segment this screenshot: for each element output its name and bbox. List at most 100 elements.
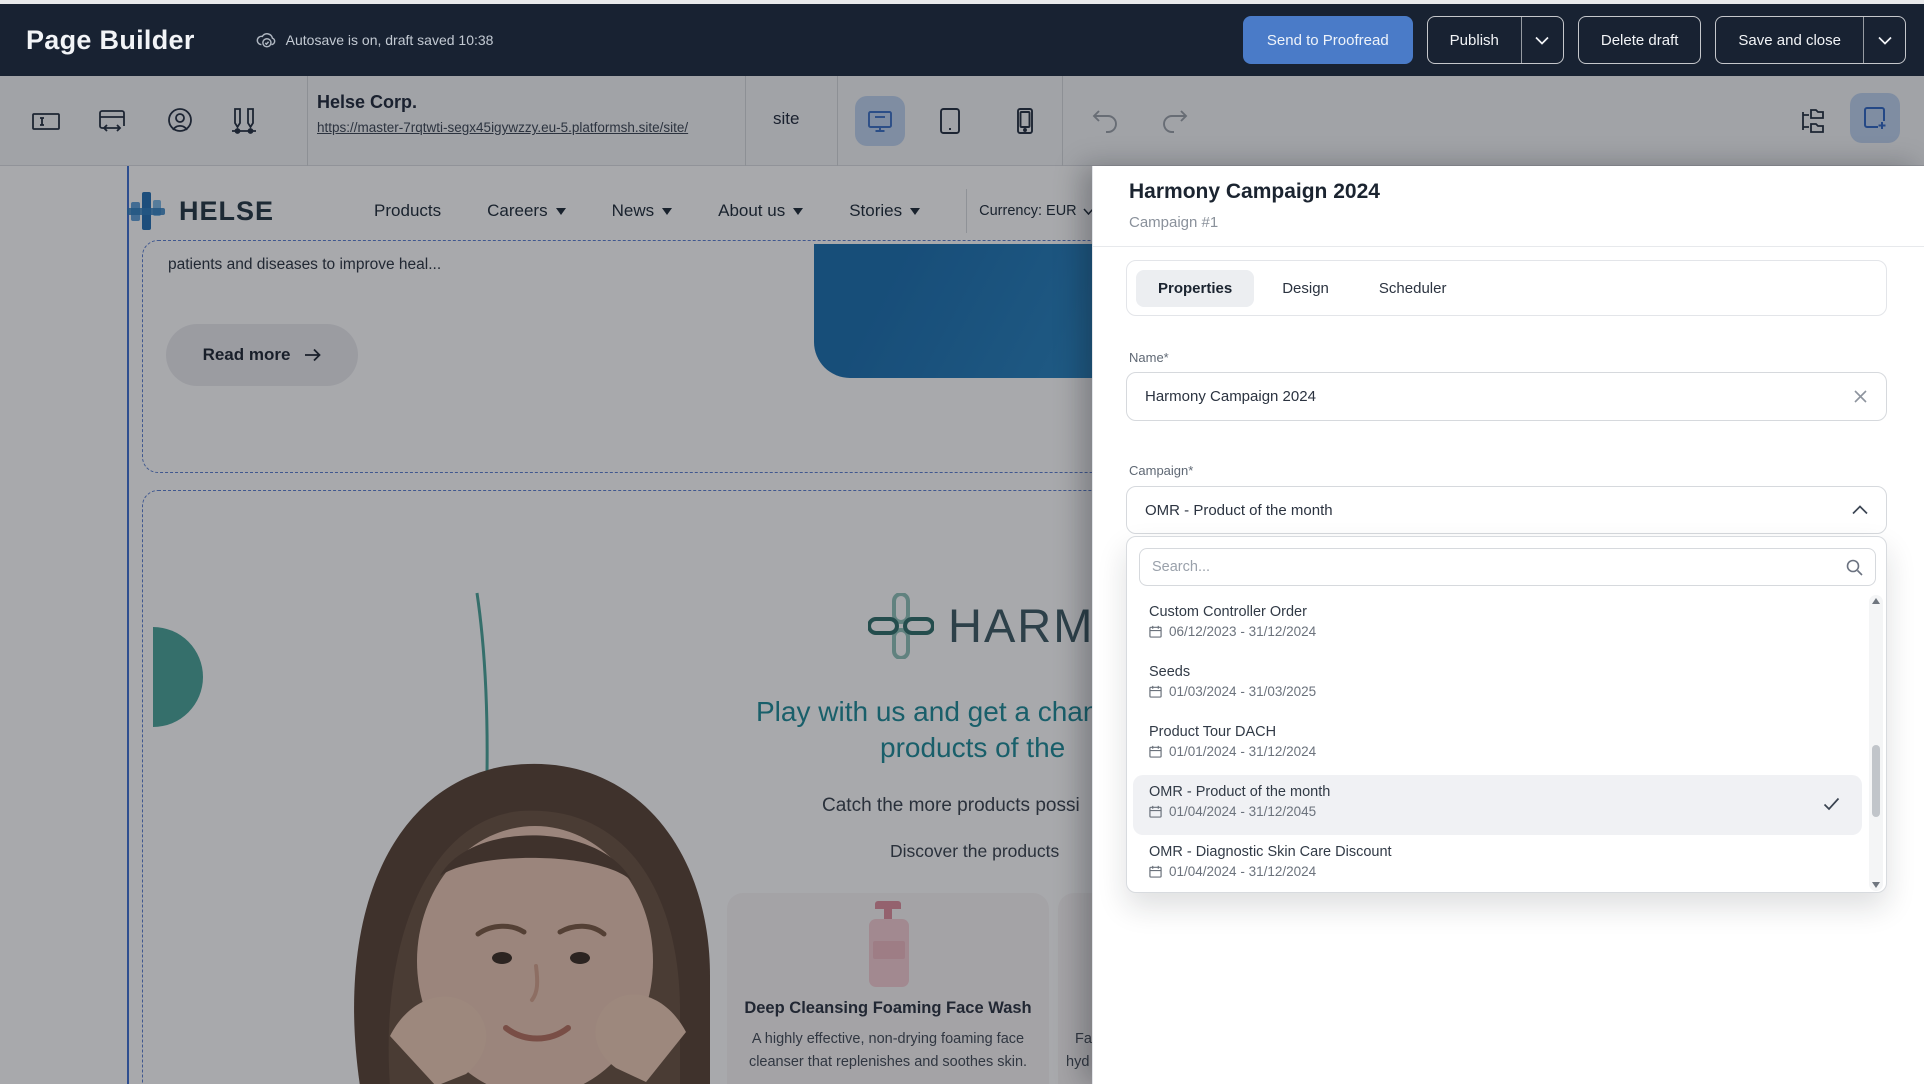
brand-text: HELSE [179, 196, 274, 227]
tab-design[interactable]: Design [1260, 270, 1351, 307]
panel-divider [1093, 246, 1924, 247]
persona-tool-icon[interactable] [164, 105, 196, 137]
calendar-icon [1149, 685, 1162, 698]
name-value: Harmony Campaign 2024 [1145, 388, 1853, 405]
preview-tablet-button[interactable] [925, 96, 975, 146]
dropdown-search[interactable] [1139, 548, 1876, 586]
check-icon [1823, 797, 1840, 811]
chevron-down-icon [1535, 36, 1549, 45]
harmony-logo-icon [868, 593, 934, 659]
chevron-down-icon [793, 208, 803, 215]
page-builder-app: Page Builder Autosave is on, draft saved… [0, 0, 1924, 1084]
site-name: Helse Corp. [317, 92, 417, 113]
send-to-proofread-button[interactable]: Send to Proofread [1243, 16, 1413, 64]
calendar-icon [1149, 625, 1162, 638]
layout-width-tool-icon[interactable] [96, 105, 128, 137]
nav-divider [966, 189, 967, 233]
arrow-right-icon [304, 348, 321, 362]
site-url-link[interactable]: https://master-7rqtwti-segx45igywzzy.eu-… [317, 120, 688, 135]
save-and-close-dropdown-toggle[interactable] [1863, 17, 1905, 63]
name-field[interactable]: Harmony Campaign 2024 [1126, 372, 1887, 421]
section1-text: patients and diseases to improve heal... [168, 256, 441, 274]
tab-scheduler[interactable]: Scheduler [1357, 270, 1469, 307]
campaign-value: OMR - Product of the month [1145, 502, 1852, 519]
harmony-subtext1: Catch the more products possi [822, 795, 1080, 817]
sitemap-button[interactable] [1788, 96, 1838, 146]
search-icon [1845, 558, 1863, 576]
text-field-tool-icon[interactable] [30, 105, 62, 137]
desktop-icon [865, 106, 895, 136]
calendar-icon [1149, 865, 1162, 878]
mobile-icon [1012, 106, 1038, 136]
nav-item-about-us[interactable]: About us [718, 201, 803, 221]
panel-subtitle: Campaign #1 [1129, 214, 1218, 231]
currency-selector[interactable]: Currency: EUR [979, 203, 1094, 219]
scrollbar-thumb[interactable] [1872, 745, 1880, 817]
dropdown-scrollbar[interactable] [1869, 595, 1883, 891]
app-title: Page Builder [26, 25, 195, 56]
preview-desktop-button[interactable] [855, 96, 905, 146]
name-label: Name* [1129, 350, 1169, 365]
option-omr-diagnostic-skin-care-discount[interactable]: OMR - Diagnostic Skin Care Discount 01/0… [1133, 835, 1862, 893]
calendar-icon [1149, 745, 1162, 758]
header-actions: Send to Proofread Publish Delete draft S… [1243, 16, 1906, 64]
option-custom-controller-order[interactable]: Custom Controller Order 06/12/2023 - 31/… [1133, 595, 1862, 655]
top-header: Page Builder Autosave is on, draft saved… [0, 4, 1924, 76]
chevron-up-icon [1852, 505, 1868, 515]
publish-dropdown-toggle[interactable] [1521, 17, 1563, 63]
helse-logo[interactable]: HELSE [123, 188, 274, 234]
redo-icon[interactable] [1160, 107, 1192, 139]
autosave-text: Autosave is on, draft saved 10:38 [286, 32, 494, 48]
nav-item-products[interactable]: Products [374, 201, 441, 221]
calendar-icon [1149, 805, 1162, 818]
publish-button[interactable]: Publish [1428, 17, 1521, 63]
product-card[interactable]: Deep Cleansing Foaming Face Wash A highl… [727, 893, 1049, 1084]
tab-properties[interactable]: Properties [1136, 270, 1254, 307]
campaign-settings-panel: Harmony Campaign 2024 Campaign #1 Proper… [1092, 166, 1924, 1084]
add-square-icon [1860, 103, 1890, 133]
add-section-button[interactable] [1850, 93, 1900, 143]
preview-mobile-button[interactable] [1000, 96, 1050, 146]
toolbar-divider [837, 76, 838, 166]
nav-item-stories[interactable]: Stories [849, 201, 920, 221]
clear-icon[interactable] [1853, 389, 1868, 404]
save-and-close-split-button: Save and close [1715, 16, 1906, 64]
toolbar-divider [307, 76, 308, 166]
campaign-label: Campaign* [1129, 463, 1193, 478]
product-bottle-image [869, 901, 909, 987]
chevron-down-icon [910, 208, 920, 215]
selection-edge [127, 166, 129, 1084]
site-scope-label: site [773, 109, 799, 129]
search-input[interactable] [1152, 559, 1845, 575]
chevron-down-icon [662, 208, 672, 215]
chevron-down-icon [1878, 36, 1892, 45]
nav-item-careers[interactable]: Careers [487, 201, 565, 221]
save-and-close-button[interactable]: Save and close [1716, 17, 1863, 63]
dropdown-options: Custom Controller Order 06/12/2023 - 31/… [1127, 595, 1868, 893]
chevron-down-icon [556, 208, 566, 215]
tablet-icon [936, 106, 964, 136]
toolbar-divider [1062, 76, 1063, 166]
harmony-heading-line1: Play with us and get a chanc [756, 696, 1112, 728]
panel-title: Harmony Campaign 2024 [1129, 180, 1380, 204]
delete-draft-button[interactable]: Delete draft [1578, 16, 1702, 64]
scroll-up-icon[interactable] [1872, 598, 1880, 604]
undo-icon[interactable] [1090, 107, 1122, 139]
variants-tool-icon[interactable] [228, 105, 260, 137]
scroll-down-icon[interactable] [1872, 882, 1880, 888]
option-seeds[interactable]: Seeds 01/03/2024 - 31/03/2025 [1133, 655, 1862, 715]
option-product-tour-dach[interactable]: Product Tour DACH 01/01/2024 - 31/12/202… [1133, 715, 1862, 775]
autosave-status: Autosave is on, draft saved 10:38 [255, 29, 494, 51]
option-omr-product-of-the-month[interactable]: OMR - Product of the month 01/04/2024 - … [1133, 775, 1862, 835]
publish-split-button: Publish [1427, 16, 1564, 64]
read-more-button[interactable]: Read more [166, 324, 358, 386]
autosave-cloud-icon [255, 29, 277, 51]
nav-item-news[interactable]: News [612, 201, 673, 221]
panel-tabs: Properties Design Scheduler [1126, 260, 1887, 316]
harmony-heading-line2: products of the [880, 732, 1065, 764]
helse-logo-icon [123, 188, 169, 234]
campaign-select[interactable]: OMR - Product of the month [1126, 486, 1887, 534]
toolbar-divider [745, 76, 746, 166]
builder-toolbar: Helse Corp. https://master-7rqtwti-segx4… [0, 76, 1924, 166]
model-photo [240, 616, 760, 1084]
